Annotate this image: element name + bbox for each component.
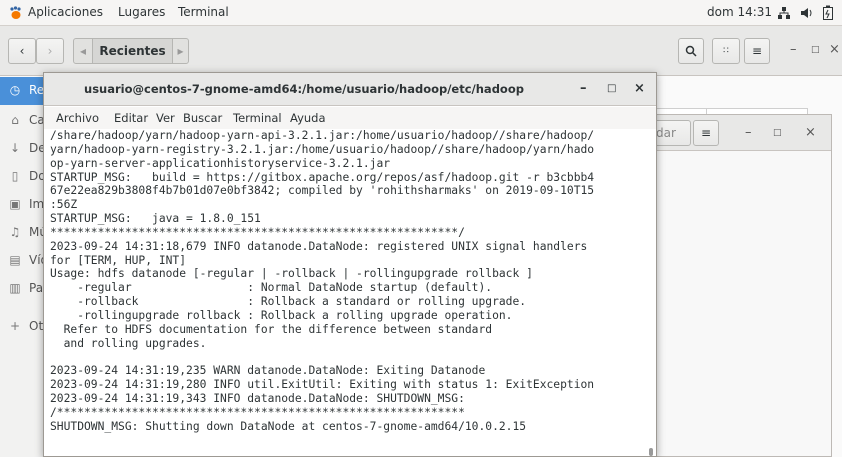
grid-view-icon: ∷ bbox=[723, 46, 729, 56]
minimize-icon[interactable]: – bbox=[790, 42, 797, 57]
path-current[interactable]: Recientes bbox=[92, 39, 172, 63]
volume-icon[interactable] bbox=[800, 6, 814, 20]
menu-button[interactable]: ≡ bbox=[744, 38, 770, 64]
menu-archivo[interactable]: Archivo bbox=[56, 111, 99, 125]
trash-icon: ▥ bbox=[9, 281, 21, 295]
document-icon: ▯ bbox=[11, 169, 19, 183]
hamburger-icon: ≡ bbox=[751, 44, 763, 58]
applications-menu[interactable]: Aplicaciones bbox=[28, 5, 103, 19]
terminal-app-menu[interactable]: Terminal bbox=[178, 5, 229, 19]
hamburger-icon: ≡ bbox=[700, 126, 712, 140]
view-grid-button[interactable]: ∷ bbox=[712, 38, 740, 64]
terminal-line: /***************************************… bbox=[50, 405, 465, 419]
search-button[interactable] bbox=[678, 38, 704, 64]
terminal-line: 2023-09-24 14:31:19,343 INFO datanode.Da… bbox=[50, 392, 465, 406]
files-headerbar: ‹ › ◂ Recientes ▸ ∷ ≡ – □ × bbox=[0, 26, 842, 76]
top-panel: Aplicaciones Lugares Terminal dom 14:31 bbox=[0, 0, 842, 26]
terminal-line: :56Z bbox=[50, 198, 78, 212]
close-icon[interactable]: × bbox=[634, 81, 645, 96]
terminal-line: SHUTDOWN_MSG: Shutting down DataNode at … bbox=[50, 419, 527, 433]
terminal-line: STARTUP_MSG: java = 1.8.0_151 bbox=[50, 212, 261, 226]
terminal-title: usuario@centos-7-gnome-amd64:/home/usuar… bbox=[84, 82, 524, 96]
terminal-line: op-yarn-server-applicationhistoryservice… bbox=[50, 156, 391, 170]
secondary-window: dar ≡ – □ × bbox=[640, 114, 832, 457]
maximize-icon[interactable]: □ bbox=[607, 83, 616, 94]
download-icon: ↓ bbox=[9, 141, 21, 155]
terminal-titlebar[interactable]: usuario@centos-7-gnome-amd64:/home/usuar… bbox=[44, 73, 656, 106]
terminal-line: 2023-09-24 14:31:18,679 INFO datanode.Da… bbox=[50, 239, 588, 253]
clock[interactable]: dom 14:31 bbox=[707, 5, 772, 19]
terminal-line: and rolling upgrades. bbox=[50, 336, 207, 350]
clock-icon: ◷ bbox=[9, 83, 21, 97]
path-right-arrow-icon[interactable]: ▸ bbox=[172, 39, 188, 63]
terminal-line: STARTUP_MSG: build = https://gitbox.apac… bbox=[50, 170, 595, 184]
menu-editar[interactable]: Editar bbox=[114, 111, 148, 125]
path-left-arrow-icon[interactable]: ◂ bbox=[74, 39, 92, 63]
secondary-headerbar: dar ≡ – □ × bbox=[641, 115, 831, 151]
chevron-right-icon: › bbox=[47, 44, 53, 58]
image-icon: ▣ bbox=[9, 197, 21, 211]
menu-ver[interactable]: Ver bbox=[156, 111, 175, 125]
plus-icon: + bbox=[9, 319, 21, 333]
menu-terminal[interactable]: Terminal bbox=[233, 111, 282, 125]
terminal-line: for [TERM, HUP, INT] bbox=[50, 253, 187, 267]
terminal-line: 2023-09-24 14:31:19,280 INFO util.ExitUt… bbox=[50, 378, 595, 392]
terminal-line: 67e22ea829b3808f4b7b01d07e0bf3842; compi… bbox=[50, 184, 595, 198]
places-menu[interactable]: Lugares bbox=[118, 5, 165, 19]
secondary-search-button[interactable]: dar bbox=[651, 120, 691, 146]
battery-icon[interactable] bbox=[822, 5, 834, 21]
forward-button[interactable]: › bbox=[36, 38, 64, 64]
terminal-scrollbar[interactable] bbox=[648, 129, 655, 456]
close-icon[interactable]: × bbox=[805, 125, 816, 140]
search-icon bbox=[685, 45, 697, 57]
terminal-line: -rollback : Rollback a standard or rolli… bbox=[50, 295, 527, 309]
chevron-left-icon: ‹ bbox=[19, 44, 25, 58]
menu-buscar[interactable]: Buscar bbox=[183, 111, 222, 125]
close-icon[interactable]: × bbox=[829, 42, 840, 57]
minimize-icon[interactable]: – bbox=[745, 125, 752, 140]
minimize-icon[interactable]: – bbox=[580, 81, 587, 96]
path-bar: ◂ Recientes ▸ bbox=[73, 38, 189, 64]
video-icon: ▤ bbox=[9, 253, 21, 267]
gnome-foot-icon bbox=[10, 6, 21, 19]
secondary-menu-button[interactable]: ≡ bbox=[693, 120, 719, 146]
music-icon: ♫ bbox=[9, 225, 21, 239]
terminal-line: /share/hadoop/yarn/hadoop-yarn-api-3.2.1… bbox=[50, 129, 595, 142]
terminal-line: -regular : Normal DataNode startup (defa… bbox=[50, 281, 493, 295]
maximize-icon[interactable]: □ bbox=[773, 128, 782, 138]
terminal-line: yarn/hadoop-yarn-registry-3.2.1.jar:/hom… bbox=[50, 142, 595, 156]
terminal-window: usuario@centos-7-gnome-amd64:/home/usuar… bbox=[43, 72, 657, 457]
terminal-line: Refer to HDFS documentation for the diff… bbox=[50, 322, 493, 336]
terminal-line: Usage: hdfs datanode [-regular | -rollba… bbox=[50, 267, 533, 281]
terminal-line: ****************************************… bbox=[50, 225, 465, 239]
terminal-menubar: Archivo Editar Ver Buscar Terminal Ayuda bbox=[44, 107, 656, 129]
maximize-icon[interactable]: □ bbox=[811, 45, 820, 55]
network-icon[interactable] bbox=[777, 6, 791, 20]
terminal-line: -rollingupgrade rollback : Rollback a ro… bbox=[50, 308, 513, 322]
menu-ayuda[interactable]: Ayuda bbox=[290, 111, 326, 125]
back-button[interactable]: ‹ bbox=[8, 38, 36, 64]
scrollbar-thumb[interactable] bbox=[649, 448, 653, 456]
terminal-line: 2023-09-24 14:31:19,235 WARN datanode.Da… bbox=[50, 364, 486, 378]
terminal-output[interactable]: /share/hadoop/yarn/hadoop-yarn-api-3.2.1… bbox=[50, 129, 648, 456]
home-icon: ⌂ bbox=[11, 113, 19, 127]
